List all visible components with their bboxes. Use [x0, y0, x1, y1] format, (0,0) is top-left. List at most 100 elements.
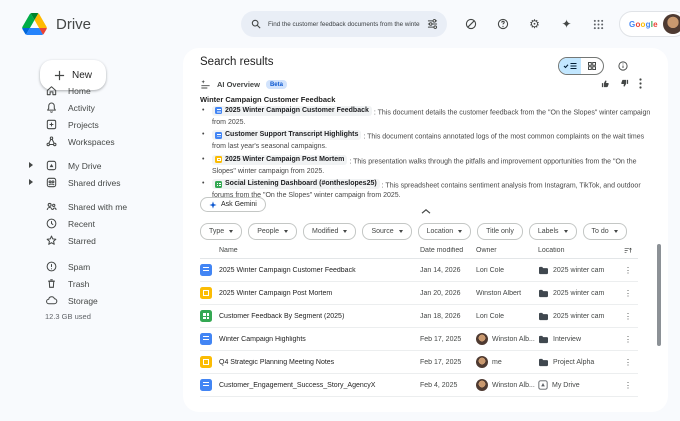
sidebar-item-my-drive[interactable]: My Drive [0, 157, 183, 174]
beta-badge: Beta [266, 80, 287, 89]
sidebar-item-trash[interactable]: Trash [0, 275, 183, 292]
plus-icon [54, 70, 65, 81]
sidebar-item-recent[interactable]: Recent [0, 215, 183, 232]
file-name[interactable]: Winter Campaign Highlights [219, 336, 420, 343]
row-menu-button[interactable]: ⋮ [624, 266, 638, 275]
file-location[interactable]: Project Alpha [553, 359, 594, 366]
file-owner: Winston Alb... [492, 336, 535, 343]
sidebar-item-shared-drives[interactable]: Shared drives [0, 174, 183, 191]
expand-caret-icon[interactable] [29, 179, 33, 185]
column-header-name[interactable]: Name [219, 247, 420, 254]
sidebar-item-activity[interactable]: Activity [0, 99, 183, 116]
ai-overview-header: AI Overview Beta [200, 79, 287, 90]
file-name[interactable]: Q4 Strategic Planning Meeting Notes [219, 359, 420, 366]
file-row[interactable]: 2025 Winter Campaign Post Mortem Jan 20,… [200, 282, 638, 305]
file-row[interactable]: Q4 Strategic Planning Meeting Notes Feb … [200, 351, 638, 374]
file-row[interactable]: Winter Campaign Highlights Feb 17, 2025 … [200, 328, 638, 351]
page-title: Search results [200, 56, 274, 68]
file-modified-date: Jan 14, 2026 [420, 267, 476, 274]
file-location[interactable]: 2025 winter cam [553, 267, 604, 274]
sidebar-item-home[interactable]: Home [0, 82, 183, 99]
shared-with-me-icon [45, 200, 58, 213]
search-bar[interactable]: Find the customer feedback documents fro… [241, 11, 447, 37]
file-name[interactable]: Customer_Engagement_Success_Story_Agency… [219, 382, 420, 389]
file-row[interactable]: Customer Feedback By Segment (2025) Jan … [200, 305, 638, 328]
document-name[interactable]: 2025 Winter Campaign Customer Feedback [225, 106, 369, 116]
row-menu-button[interactable]: ⋮ [624, 358, 638, 367]
file-location[interactable]: 2025 winter cam [553, 313, 604, 320]
advanced-search-tune-icon[interactable] [427, 19, 438, 29]
filter-chip-labels[interactable]: Labels [529, 223, 577, 240]
filter-chip-people[interactable]: People [248, 223, 297, 240]
filter-chip-type[interactable]: Type [200, 223, 242, 240]
more-options-icon[interactable] [639, 78, 642, 89]
row-menu-button[interactable]: ⋮ [624, 312, 638, 321]
file-table: Name Date modified Owner Location 2025 W… [200, 242, 638, 397]
sidebar-item-spam[interactable]: Spam [0, 258, 183, 275]
file-name[interactable]: 2025 Winter Campaign Post Mortem [219, 290, 420, 297]
owner-avatar [476, 379, 488, 391]
gemini-sparkle-icon[interactable]: ✦ [560, 18, 573, 31]
filter-chip-source[interactable]: Source [362, 223, 411, 240]
user-avatar[interactable] [663, 14, 680, 34]
expand-caret-icon[interactable] [29, 162, 33, 168]
thumbs-up-icon[interactable] [601, 79, 610, 88]
row-menu-button[interactable]: ⋮ [624, 381, 638, 390]
settings-gear-icon[interactable]: ⚙ [528, 18, 541, 31]
sheets-file-icon [200, 310, 212, 322]
document-link-chip[interactable]: Social Listening Dashboard (#ontheslopes… [212, 179, 380, 189]
chevron-down-icon [614, 230, 618, 233]
my-drive-icon [538, 380, 548, 390]
sidebar-item-shared-with-me[interactable]: Shared with me [0, 198, 183, 215]
filter-chip-title-only[interactable]: Title only [477, 223, 523, 240]
sidebar-item-workspaces[interactable]: Workspaces [0, 133, 183, 150]
help-icon[interactable] [496, 18, 509, 31]
file-location[interactable]: Interview [553, 336, 581, 343]
column-header-modified[interactable]: Date modified [420, 247, 476, 254]
row-menu-button[interactable]: ⋮ [624, 335, 638, 344]
sidebar-item-starred[interactable]: Starred [0, 232, 183, 249]
drive-logo-area[interactable]: Drive [22, 0, 91, 48]
column-header-owner[interactable]: Owner [476, 247, 538, 254]
file-name[interactable]: Customer Feedback By Segment (2025) [219, 313, 420, 320]
filter-chip-location[interactable]: Location [418, 223, 471, 240]
document-name[interactable]: 2025 Winter Campaign Post Mortem [225, 155, 344, 165]
sidebar-group-drives: My Drive Shared drives [0, 157, 183, 191]
filter-chip-todo[interactable]: To do [583, 223, 627, 240]
file-location[interactable]: My Drive [552, 382, 580, 389]
column-header-location[interactable]: Location [538, 247, 624, 254]
file-row[interactable]: 2025 Winter Campaign Customer Feedback J… [200, 259, 638, 282]
clock-icon [45, 217, 58, 230]
document-link-chip[interactable]: Customer Support Transcript Highlights [212, 130, 361, 140]
sidebar-group-main: Home Activity Projects Workspaces [0, 82, 183, 150]
chevron-down-icon [564, 230, 568, 233]
apps-grid-icon[interactable] [592, 18, 605, 31]
document-link-chip[interactable]: 2025 Winter Campaign Customer Feedback [212, 106, 372, 116]
search-icon [251, 19, 261, 29]
list-view-button[interactable] [559, 58, 581, 74]
sort-direction-icon[interactable] [624, 246, 638, 255]
account-pill[interactable]: Google [619, 11, 680, 37]
sidebar-item-label: Home [68, 86, 91, 96]
thumbs-down-icon[interactable] [620, 79, 629, 88]
file-owner: Lori Cole [476, 313, 538, 320]
grid-view-button[interactable] [581, 58, 603, 74]
row-menu-button[interactable]: ⋮ [624, 289, 638, 298]
file-row[interactable]: Customer_Engagement_Success_Story_Agency… [200, 374, 638, 397]
document-name[interactable]: Customer Support Transcript Highlights [225, 130, 358, 140]
document-link-chip[interactable]: 2025 Winter Campaign Post Mortem [212, 155, 347, 165]
chevron-down-icon [399, 230, 403, 233]
projects-icon [45, 118, 58, 131]
file-location[interactable]: 2025 winter cam [553, 290, 604, 297]
filter-chip-modified[interactable]: Modified [303, 223, 356, 240]
sidebar-item-label: Storage [68, 296, 98, 306]
collapse-overview-button[interactable] [183, 209, 668, 214]
details-info-icon[interactable] [616, 59, 629, 72]
search-query-text[interactable]: Find the customer feedback documents fro… [268, 21, 420, 28]
vertical-scrollbar[interactable] [657, 244, 661, 346]
document-name[interactable]: Social Listening Dashboard (#ontheslopes… [225, 179, 377, 189]
offline-status-icon[interactable] [464, 18, 477, 31]
sidebar-item-storage[interactable]: Storage [0, 292, 183, 309]
sidebar-item-projects[interactable]: Projects [0, 116, 183, 133]
file-name[interactable]: 2025 Winter Campaign Customer Feedback [219, 267, 420, 274]
